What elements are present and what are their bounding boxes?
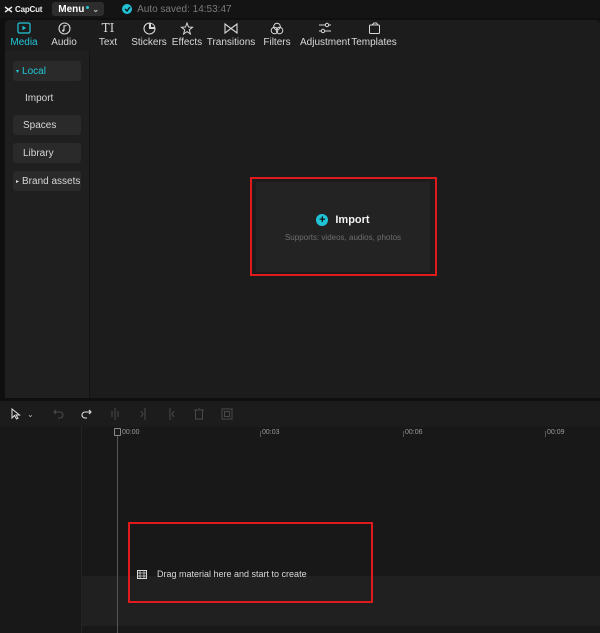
select-pointer-icon[interactable]: [11, 407, 21, 421]
playhead-handle[interactable]: [114, 428, 121, 436]
tick-mark: [545, 431, 546, 437]
stickers-icon: [142, 21, 156, 35]
sidebar-item-library[interactable]: Library: [13, 143, 81, 163]
delete-icon[interactable]: [194, 407, 204, 421]
tab-media[interactable]: Media: [5, 20, 43, 50]
caret-down-icon: ▾: [16, 68, 20, 75]
chevron-down-icon: ⌄: [92, 4, 100, 14]
menu-button[interactable]: Menu ⌄: [52, 2, 105, 16]
timeline-body: 00:00 00:03 00:06 00:09: [0, 427, 600, 633]
media-icon: [17, 21, 31, 35]
tab-audio-label: Audio: [51, 37, 77, 48]
menu-label: Menu: [58, 3, 85, 15]
tab-effects[interactable]: Effects: [169, 20, 205, 50]
templates-icon: [368, 21, 381, 35]
timeline-track-headers: [0, 427, 82, 633]
tab-transitions-label: Transitions: [206, 37, 256, 48]
import-button[interactable]: + Import Supports: videos, audios, photo…: [256, 182, 430, 272]
drop-hint: Drag material here and start to create: [137, 569, 307, 579]
split-left-icon[interactable]: [140, 407, 148, 421]
tick-label: 00:06: [405, 429, 423, 436]
drop-hint-text: Drag material here and start to create: [157, 569, 307, 579]
tick-label: 00:00: [122, 429, 140, 436]
sidebar-item-import[interactable]: Import: [13, 88, 81, 108]
chevron-down-icon[interactable]: ⌄: [27, 407, 34, 421]
tick-label: 00:03: [262, 429, 280, 436]
sidebar-item-label: Spaces: [23, 119, 57, 131]
sidebar-item-local[interactable]: ▾ Local: [13, 61, 81, 81]
sidebar-item-label: Local: [22, 65, 46, 77]
app-logo: CapCut: [4, 5, 42, 14]
app-logo-text: CapCut: [15, 4, 43, 14]
plus-icon: +: [316, 214, 329, 226]
filters-icon: [270, 21, 284, 35]
tab-filters[interactable]: Filters: [259, 20, 295, 50]
film-icon: [137, 569, 147, 579]
title-bar: CapCut Menu ⌄ Auto saved: 14:53:47: [0, 0, 600, 18]
tab-stickers[interactable]: Stickers: [129, 20, 169, 50]
adjustment-icon: [318, 21, 332, 35]
audio-icon: [57, 21, 71, 35]
redo-icon[interactable]: [81, 407, 92, 421]
import-supports-text: Supports: videos, audios, photos: [284, 233, 402, 242]
import-row: + Import: [316, 214, 370, 226]
tab-transitions[interactable]: Transitions: [207, 20, 255, 50]
asset-toolbar: Media Audio TI Text Stickers Effects Tra…: [5, 20, 600, 51]
tab-filters-label: Filters: [263, 37, 291, 48]
tab-adjustment-label: Adjustment: [299, 37, 351, 48]
tab-adjustment[interactable]: Adjustment: [299, 20, 351, 50]
timeline-ruler: 00:00 00:03 00:06 00:09: [82, 427, 600, 439]
undo-icon[interactable]: [53, 407, 64, 421]
notification-dot: [86, 5, 90, 9]
effects-icon: [180, 21, 194, 35]
sidebar-item-brand-assets[interactable]: ▸ Brand assets: [13, 171, 81, 191]
tab-audio[interactable]: Audio: [45, 20, 83, 50]
tab-text[interactable]: TI Text: [91, 20, 125, 50]
transitions-icon: [224, 21, 238, 35]
timeline-panel: ⌄ 00:00 00:03 00:06 00:09: [0, 401, 600, 633]
tab-effects-label: Effects: [171, 37, 203, 48]
sidebar-item-label: Library: [23, 147, 54, 159]
main-track[interactable]: [82, 576, 600, 626]
autosave-text: Auto saved: 14:53:47: [137, 3, 232, 15]
split-icon[interactable]: [111, 407, 119, 421]
tick-mark: [260, 431, 261, 437]
tab-media-label: Media: [10, 37, 38, 48]
media-sidebar: ▾ Local Import Spaces Library ▸ Brand as…: [5, 51, 90, 398]
caret-right-icon: ▸: [16, 178, 20, 185]
tab-templates-label: Templates: [351, 37, 397, 48]
sidebar-item-label: Import: [25, 92, 54, 104]
tab-stickers-label: Stickers: [131, 37, 167, 48]
tick-label: 00:09: [547, 429, 565, 436]
autosave-status: Auto saved: 14:53:47: [122, 4, 232, 15]
tab-templates[interactable]: Templates: [351, 20, 397, 50]
split-right-icon[interactable]: [167, 407, 175, 421]
crop-frame-icon[interactable]: [221, 407, 233, 421]
text-icon: TI: [101, 21, 115, 35]
playhead-line[interactable]: [117, 428, 118, 633]
tick-mark: [403, 431, 404, 437]
check-icon: [122, 4, 133, 14]
sidebar-item-label: Brand assets: [22, 175, 81, 187]
timeline-toolbar: ⌄: [0, 401, 600, 427]
sidebar-item-spaces[interactable]: Spaces: [13, 115, 81, 135]
import-label: Import: [335, 214, 370, 226]
capcut-logo-icon: [4, 5, 13, 13]
tab-text-label: Text: [98, 37, 118, 48]
